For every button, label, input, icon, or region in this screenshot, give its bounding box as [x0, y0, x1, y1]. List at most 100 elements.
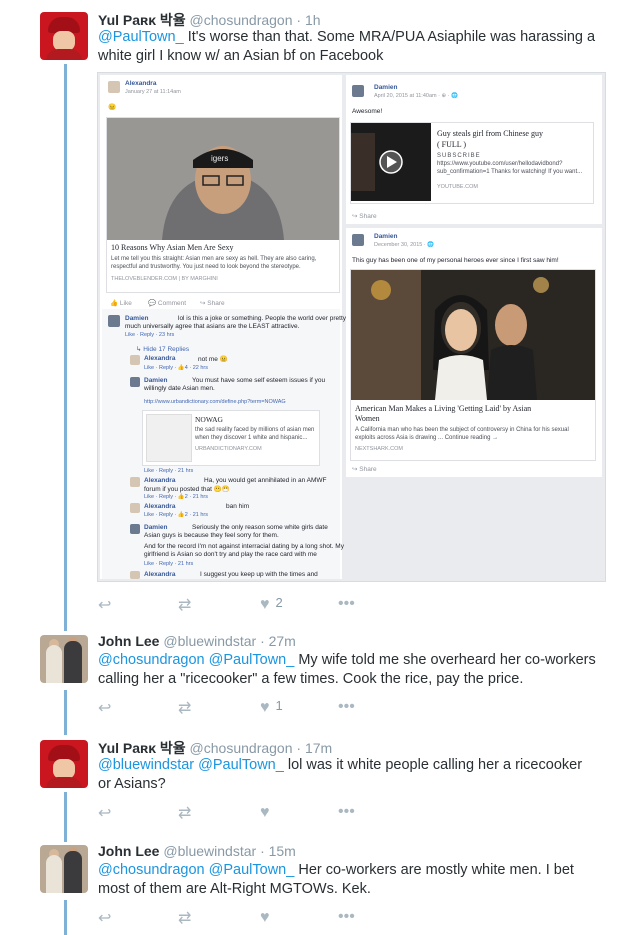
- tweet-text: @chosundragon @PaulTown_ My wife told me…: [98, 651, 598, 689]
- comment-link[interactable]: 💬 Comment: [148, 299, 186, 307]
- reply-author: Alexandra: [144, 503, 176, 510]
- avatar[interactable]: [40, 740, 88, 788]
- avatar: [108, 81, 120, 93]
- more-icon[interactable]: •••: [338, 908, 355, 926]
- reply-meta[interactable]: Like · Reply · 👍2 · 21 hrs: [144, 512, 208, 518]
- handle[interactable]: @bluewindstar: [163, 843, 256, 859]
- reply-icon[interactable]: ↩: [98, 595, 111, 615]
- display-name[interactable]: Yul Paʀκ 박율: [98, 740, 186, 756]
- timestamp[interactable]: · 15m: [260, 843, 296, 859]
- avatar: [130, 503, 140, 513]
- mention-link[interactable]: @PaulTown_: [98, 29, 184, 45]
- handle[interactable]: @bluewindstar: [163, 633, 256, 649]
- card-text: SUBSCRIBE: [437, 153, 481, 159]
- timestamp[interactable]: · 1h: [296, 12, 320, 28]
- handle[interactable]: @chosundragon: [190, 740, 293, 756]
- share-link[interactable]: ↪ Share: [200, 299, 225, 307]
- tweet-actions: ↩ ⇄ ♥ •••: [98, 908, 398, 928]
- reply-text: I suggest you keep up with the times and: [200, 571, 318, 578]
- retweet-icon[interactable]: ⇄: [178, 698, 191, 718]
- more-icon[interactable]: •••: [338, 595, 355, 613]
- facebook-post: Alexandra January 27 at 11:14am 😐 igers …: [100, 75, 346, 579]
- reply-text: forum if you posted that 😶😷: [144, 486, 230, 493]
- article-photo: igers: [107, 118, 339, 240]
- more-icon[interactable]: •••: [338, 803, 355, 821]
- reply-url[interactable]: http://www.urbandictionary.com/define.ph…: [144, 399, 286, 405]
- post-text: This guy has been one of my personal her…: [352, 257, 559, 264]
- tweet: John Lee @bluewindstar · 27m @chosundrag…: [0, 630, 642, 730]
- tweet-actions: ↩ ⇄ ♥ 1 •••: [98, 698, 398, 718]
- link-card[interactable]: Guy steals girl from Chinese guy ( FULL …: [350, 122, 594, 204]
- avatar: [130, 571, 140, 579]
- mention-link[interactable]: @chosundragon @PaulTown_: [98, 652, 294, 668]
- avatar[interactable]: [40, 635, 88, 683]
- reply-meta[interactable]: Like · Reply · 21 hrs: [144, 468, 193, 474]
- display-name[interactable]: John Lee: [98, 843, 159, 859]
- reply-meta[interactable]: Like · Reply · 21 hrs: [144, 561, 193, 567]
- timestamp[interactable]: · 17m: [296, 740, 332, 756]
- card-text: A California man who has been the subjec…: [355, 427, 569, 433]
- reply-author: Alexandra: [144, 477, 176, 484]
- reply-icon[interactable]: ↩: [98, 698, 111, 718]
- tweet: John Lee @bluewindstar · 15m @chosundrag…: [0, 840, 642, 935]
- avatar: [352, 234, 364, 246]
- facebook-post: Damien December 30, 2015 · 🌐 This guy ha…: [346, 228, 602, 477]
- avatar: [108, 315, 120, 327]
- share-link[interactable]: ↪ Share: [352, 465, 377, 473]
- facebook-post: Damien April 20, 2015 at 11:40am · ⊕ · 🌐…: [346, 75, 602, 224]
- link-card[interactable]: NOWAG the sad reality faced by millions …: [142, 410, 320, 466]
- article-photo: [351, 270, 595, 400]
- card-title: American Man Makes a Living 'Getting Lai…: [355, 404, 532, 413]
- reply-icon[interactable]: ↩: [98, 803, 111, 823]
- reply-text: ban him: [226, 503, 250, 510]
- card-headline[interactable]: 10 Reasons Why Asian Men Are Sexy: [111, 243, 234, 252]
- more-icon[interactable]: •••: [338, 698, 355, 716]
- reply-text: You must have some self esteem issues if…: [192, 377, 326, 384]
- card-title: ( FULL ): [437, 140, 467, 149]
- card-text: https://www.youtube.com/user/hellodavidb…: [437, 161, 563, 167]
- handle[interactable]: @chosundragon: [190, 12, 293, 28]
- reply-icon[interactable]: ↩: [98, 908, 111, 928]
- avatar[interactable]: [40, 845, 88, 893]
- retweet-icon[interactable]: ⇄: [178, 803, 191, 823]
- like-link[interactable]: 👍 Like: [110, 299, 132, 307]
- post-author: Alexandra: [125, 80, 157, 87]
- tweet: Yul Paʀκ 박율 @chosundragon · 17m @bluewin…: [0, 735, 642, 835]
- embedded-image[interactable]: Alexandra January 27 at 11:14am 😐 igers …: [97, 72, 606, 582]
- avatar[interactable]: [40, 12, 88, 60]
- mention-link[interactable]: @chosundragon @PaulTown_: [98, 862, 294, 878]
- reply-author: Alexandra: [144, 355, 176, 362]
- reply-author: Damien: [144, 524, 168, 531]
- avatar: [130, 524, 140, 534]
- comment-text: lol is this a joke or something. People …: [178, 315, 347, 322]
- video-thumbnail[interactable]: [351, 123, 431, 201]
- reply-meta[interactable]: Like · Reply · 👍4 · 22 hrs: [144, 365, 208, 371]
- tweet: Yul Paʀκ 박율 @chosundragon · 1h @PaulTown…: [0, 0, 642, 620]
- display-name[interactable]: John Lee: [98, 633, 159, 649]
- reply-meta[interactable]: Like · Reply · 👍2 · 21 hrs: [144, 494, 208, 500]
- reply-text: willingly date Asian men.: [144, 385, 215, 392]
- timestamp[interactable]: · 27m: [260, 633, 296, 649]
- heart-icon[interactable]: ♥: [260, 908, 276, 927]
- display-name[interactable]: Yul Paʀκ 박율: [98, 12, 186, 28]
- tweet-text: @chosundragon @PaulTown_ Her co-workers …: [98, 861, 598, 899]
- tweet-actions: ↩ ⇄ ♥ •••: [98, 803, 398, 823]
- retweet-icon[interactable]: ⇄: [178, 595, 191, 615]
- reply-author: Alexandra: [144, 571, 176, 578]
- comment-text: much universally agree that asians are t…: [125, 323, 300, 330]
- heart-icon[interactable]: ♥ 1: [260, 698, 283, 717]
- share-link[interactable]: ↪ Share: [352, 212, 377, 220]
- reply-text: not me 😐: [198, 356, 228, 363]
- hide-replies[interactable]: ↳ Hide 17 Replies: [136, 345, 189, 353]
- reply-text: Ha, you would get annihilated in an AMWF: [204, 477, 327, 484]
- card-text: respectful and trustworthy. You just nee…: [111, 264, 301, 270]
- heart-icon[interactable]: ♥ 2: [260, 595, 283, 614]
- card-title: Guy steals girl from Chinese guy: [437, 129, 543, 138]
- link-card[interactable]: American Man Makes a Living 'Getting Lai…: [350, 269, 596, 461]
- comment-author: Damien: [125, 315, 149, 322]
- mention-link[interactable]: @bluewindstar @PaulTown_: [98, 757, 284, 773]
- retweet-icon[interactable]: ⇄: [178, 908, 191, 928]
- comment-meta[interactable]: Like · Reply · 23 hrs: [125, 332, 174, 338]
- avatar: [352, 85, 364, 97]
- heart-icon[interactable]: ♥: [260, 803, 276, 822]
